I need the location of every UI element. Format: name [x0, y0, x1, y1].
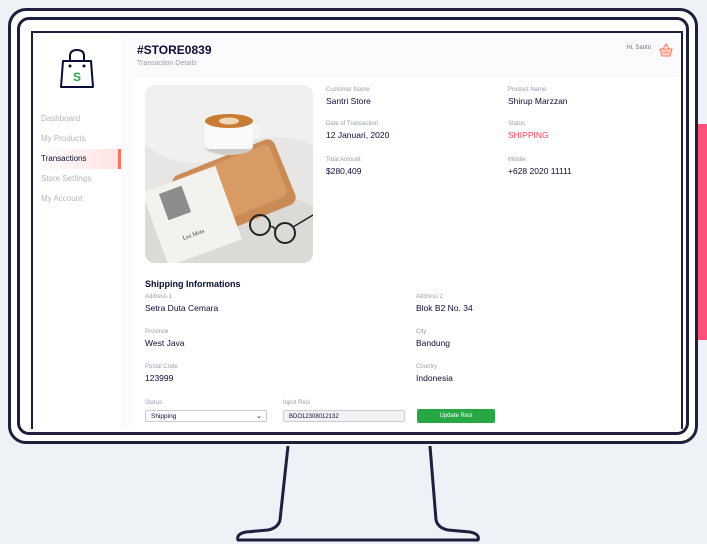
province-field: Province West Java [145, 329, 185, 348]
transaction-card: Les Mots Customer Name Santri Store Prod… [133, 77, 681, 429]
mobile-value: +628 2020 11111 [508, 166, 572, 176]
status-field: Status SHIPPING [508, 121, 549, 140]
mobile-field: Mobile +628 2020 11111 [508, 157, 572, 176]
address2-field: Address 2 Blok B2 No. 34 [416, 294, 473, 313]
total-amount-value: $280,409 [326, 166, 362, 176]
field-label: Address 1 [145, 294, 173, 300]
postal-code-field: Postal Code 123999 [145, 364, 178, 383]
page-title: #STORE0839 [137, 43, 212, 57]
sidebar-item-my-account[interactable]: My Account [33, 189, 121, 209]
shopping-bag-icon[interactable]: S [57, 47, 97, 91]
status-select-label: Status [145, 400, 163, 406]
sidebar-item-transactions[interactable]: Transactions [33, 149, 121, 169]
product-name-value: Shirup Marzzan [508, 96, 568, 106]
main-content: #STORE0839 Transaction Details Hi, Santr… [121, 33, 681, 429]
resi-input-label: Input Resi [283, 400, 311, 406]
resi-input[interactable]: BDO12308012132 [283, 410, 405, 422]
field-label: Date of Transaction [326, 121, 379, 127]
city-value: Bandung [416, 338, 451, 348]
field-label: Total Amount [326, 157, 361, 163]
customer-name-value: Santri Store [326, 96, 371, 106]
field-label: City [416, 329, 427, 335]
page-subtitle: Transaction Details [137, 60, 197, 67]
status-select[interactable]: Shipping ⌄ [145, 410, 267, 422]
sidebar-item-dashboard[interactable]: Dashboard [33, 109, 121, 129]
status-select-value: Shipping [151, 413, 177, 420]
product-name-field: Product Name Shirup Marzzan [508, 87, 568, 106]
field-label: Product Name [508, 87, 547, 93]
address1-field: Address 1 Setra Duta Cemara [145, 294, 218, 313]
transaction-date-value: 12 Januari, 2020 [326, 130, 390, 140]
transaction-date-field: Date of Transaction 12 Januari, 2020 [326, 121, 389, 140]
field-label: Province [145, 329, 169, 335]
city-field: City Bandung [416, 329, 450, 348]
total-amount-field: Total Amount $280,409 [326, 157, 361, 176]
address2-value: Blok B2 No. 34 [416, 303, 473, 313]
sidebar: S Dashboard My Products Transactions Sto… [33, 33, 121, 429]
user-greeting[interactable]: Hi, Santri [626, 45, 651, 51]
country-value: Indonesia [416, 373, 453, 383]
update-resi-button[interactable]: Update Resi [417, 409, 495, 423]
sidebar-item-my-products[interactable]: My Products [33, 129, 121, 149]
field-label: Country [416, 364, 438, 370]
logo-letter: S [73, 70, 81, 84]
shipping-section-title: Shipping Informations [145, 279, 241, 289]
field-label: Address 2 [416, 294, 444, 300]
chevron-down-icon: ⌄ [256, 413, 262, 420]
app-screen: S Dashboard My Products Transactions Sto… [31, 31, 683, 429]
product-photo: Les Mots [145, 85, 313, 263]
status-badge: SHIPPING [508, 130, 549, 140]
field-label: Status [508, 121, 526, 127]
basket-icon[interactable] [659, 43, 673, 57]
postal-code-value: 123999 [145, 373, 174, 383]
field-label: Mobile [508, 157, 526, 163]
field-label: Postal Code [145, 364, 178, 370]
sidebar-item-store-settings[interactable]: Store Settings [33, 169, 121, 189]
address1-value: Setra Duta Cemara [145, 303, 219, 313]
country-field: Country Indonesia [416, 364, 453, 383]
field-label: Customer Name [326, 87, 370, 93]
sidebar-nav: Dashboard My Products Transactions Store… [33, 109, 121, 209]
province-value: West Java [145, 338, 185, 348]
customer-name-field: Customer Name Santri Store [326, 87, 371, 106]
